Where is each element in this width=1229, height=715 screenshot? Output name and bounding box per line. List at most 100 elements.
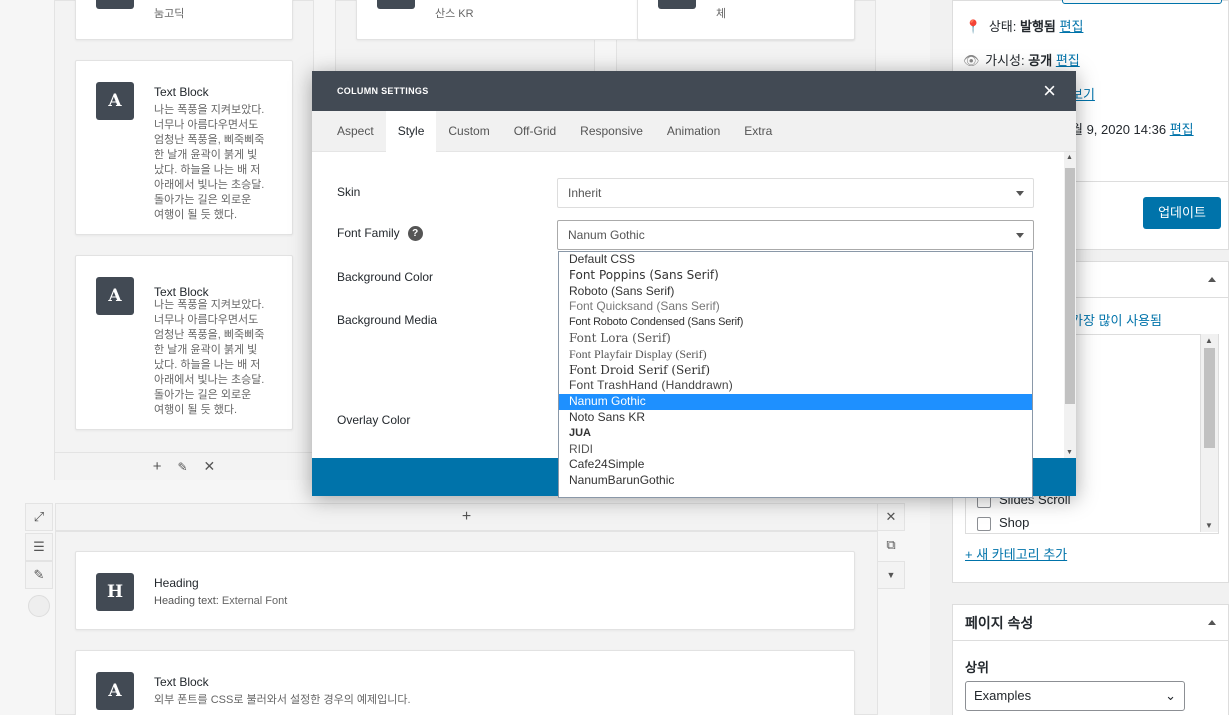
modal-tabs: Aspect Style Custom Off-Grid Responsive … — [312, 111, 1076, 152]
font-option[interactable]: Font Playfair Display (Serif) — [559, 347, 1032, 363]
add-category-link[interactable]: + 새 카테고리 추가 — [965, 544, 1067, 563]
pencil-icon[interactable]: ✎ — [177, 460, 187, 474]
page-attributes-head[interactable]: 페이지 속성 — [953, 605, 1228, 641]
collapse-icon[interactable] — [1208, 620, 1216, 625]
background-media-label: Background Media — [337, 313, 438, 327]
heading-icon — [96, 0, 134, 9]
row-controls-left: ⤢ ☰ ✎ — [25, 503, 55, 589]
close-icon[interactable]: × — [1043, 80, 1056, 102]
modal-header: COLUMN SETTINGS × — [312, 71, 1076, 111]
add-icon[interactable]: + — [153, 458, 162, 475]
pencil-icon[interactable]: ✎ — [25, 561, 53, 589]
scroll-thumb[interactable] — [1065, 168, 1075, 404]
chevron-down-icon — [1016, 233, 1024, 238]
most-used-tab[interactable]: 가장 많이 사용됨 — [1071, 310, 1162, 329]
category-item[interactable]: Shop — [977, 515, 1029, 531]
font-family-dropdown[interactable]: Default CSS Font Poppins (Sans Serif) Ro… — [558, 251, 1033, 498]
text-block-icon: A — [96, 82, 134, 120]
copy-icon[interactable]: ⧉ — [877, 532, 905, 560]
chevron-down-icon[interactable]: ▼ — [877, 561, 905, 589]
scroll-down-icon[interactable]: ▼ — [1205, 521, 1213, 530]
text-block-card[interactable]: A Text Block 나는 폭풍을 지켜보았다. 너무나 아름다우면서도 엄… — [75, 255, 293, 430]
heading-text-value: External Font — [221, 595, 288, 607]
scroll-down-icon[interactable]: ▼ — [1066, 449, 1073, 456]
card-text: 외부 폰트를 CSS로 불러와서 설정한 경우의 예제입니다. — [154, 694, 411, 706]
font-option[interactable]: NanumBarunGothic — [559, 473, 1032, 489]
text-block-card[interactable]: A Text Block 외부 폰트를 CSS로 불러와서 설정한 경우의 예제… — [75, 650, 855, 715]
card-text: 산스 KR — [435, 8, 474, 20]
parent-select[interactable]: Examples ⌄ — [965, 681, 1185, 711]
font-option[interactable]: Default CSS — [559, 252, 1032, 268]
status-label: 상태: — [988, 19, 1017, 34]
font-option[interactable]: Font Quicksand (Sans Serif) — [559, 299, 1032, 315]
close-icon[interactable]: ✕ — [877, 503, 905, 531]
column-tools: + ✎ ✕ — [55, 452, 313, 480]
overlay-color-label: Overlay Color — [337, 413, 411, 427]
publish-date: 월 9, 2020 14:36 — [1071, 122, 1167, 137]
page-attributes-panel: 페이지 속성 상위 Examples ⌄ — [952, 604, 1229, 715]
font-family-select[interactable]: Nanum Gothic — [557, 220, 1034, 250]
expand-icon[interactable]: ⤢ — [25, 503, 53, 531]
row-circle[interactable] — [28, 595, 50, 617]
tab-aspect[interactable]: Aspect — [325, 111, 386, 152]
date-edit-link[interactable]: 편집 — [1170, 122, 1194, 137]
tab-extra[interactable]: Extra — [732, 111, 784, 152]
font-family-label: Font Family? — [337, 226, 423, 242]
font-option[interactable]: Font Poppins (Sans Serif) — [559, 268, 1032, 284]
card-title: Heading — [154, 576, 199, 590]
status-row: 📍 상태: 발행됨 편집 — [965, 16, 1083, 35]
card-title: Text Block — [154, 675, 209, 689]
tab-style[interactable]: Style — [385, 111, 437, 152]
collapse-icon[interactable] — [1208, 277, 1216, 282]
row-add-bar[interactable]: + — [55, 503, 878, 531]
modal-scrollbar[interactable]: ▲ ▼ — [1064, 152, 1076, 458]
tab-responsive[interactable]: Responsive — [568, 111, 655, 152]
category-label: Shop — [999, 515, 1030, 530]
font-option[interactable]: RIDI — [559, 442, 1032, 458]
heading-card[interactable]: 눔고딕 — [75, 0, 293, 40]
font-option[interactable]: Font Lora (Serif) — [559, 331, 1032, 347]
list-icon[interactable]: ☰ — [25, 533, 53, 561]
font-option[interactable]: Roboto (Sans Serif) — [559, 284, 1032, 300]
font-option[interactable]: Cafe24Simple — [559, 457, 1032, 473]
scroll-up-icon[interactable]: ▲ — [1066, 154, 1073, 161]
card-title: Text Block — [154, 285, 209, 299]
parent-value: Examples — [974, 688, 1032, 703]
tab-custom[interactable]: Custom — [436, 111, 501, 152]
scroll-up-icon[interactable]: ▲ — [1205, 336, 1213, 345]
scroll-thumb[interactable] — [1204, 348, 1215, 448]
panel-title: 페이지 속성 — [965, 614, 1034, 631]
close-icon[interactable]: ✕ — [204, 458, 216, 475]
heading-card[interactable]: 체 — [637, 0, 855, 40]
update-button[interactable]: 업데이트 — [1143, 197, 1221, 229]
parent-label: 상위 — [965, 660, 989, 675]
tab-off-grid[interactable]: Off-Grid — [502, 111, 568, 152]
visibility-label: 가시성: — [985, 53, 1025, 68]
visibility-row: 👁 가시성: 공개 편집 — [963, 50, 1080, 69]
heading-card[interactable]: H Heading Heading text: External Font — [75, 551, 855, 630]
status-edit-link[interactable]: 편집 — [1060, 19, 1084, 34]
preview-button-top[interactable] — [1062, 0, 1222, 4]
text-block-icon: A — [96, 277, 134, 315]
card-text: 나는 폭풍을 지켜보았다. 너무나 아름다우면서도 엄청난 폭풍을, 삐죽삐죽 … — [154, 104, 265, 221]
category-checkbox[interactable] — [977, 516, 991, 531]
font-option[interactable]: Noto Sans KR — [559, 410, 1032, 426]
heading-text-label: Heading text: — [154, 595, 219, 607]
visibility-edit-link[interactable]: 편집 — [1056, 53, 1080, 68]
font-option-selected[interactable]: Nanum Gothic — [559, 394, 1032, 410]
font-option[interactable]: Font Roboto Condensed (Sans Serif) — [559, 315, 1032, 331]
chevron-down-icon — [1016, 191, 1024, 196]
font-option[interactable]: Font Droid Serif (Serif) — [559, 363, 1032, 379]
card-title: Text Block — [154, 85, 209, 99]
card-text: 나는 폭풍을 지켜보았다. 너무나 아름다우면서도 엄청난 폭풍을, 삐죽삐죽 … — [154, 299, 265, 416]
category-scrollbar[interactable]: ▼ ▲ — [1200, 334, 1218, 532]
skin-select[interactable]: Inherit — [557, 178, 1034, 208]
card-text: 체 — [716, 8, 727, 20]
font-option[interactable]: JUA — [559, 426, 1032, 442]
text-block-card[interactable]: A Text Block 나는 폭풍을 지켜보았다. 너무나 아름다우면서도 엄… — [75, 60, 293, 235]
pin-icon: 📍 — [965, 19, 982, 34]
tab-animation[interactable]: Animation — [655, 111, 732, 152]
help-icon[interactable]: ? — [407, 226, 423, 242]
card-text: 눔고딕 — [154, 8, 185, 20]
font-option[interactable]: Font TrashHand (Handdrawn) — [559, 378, 1032, 394]
